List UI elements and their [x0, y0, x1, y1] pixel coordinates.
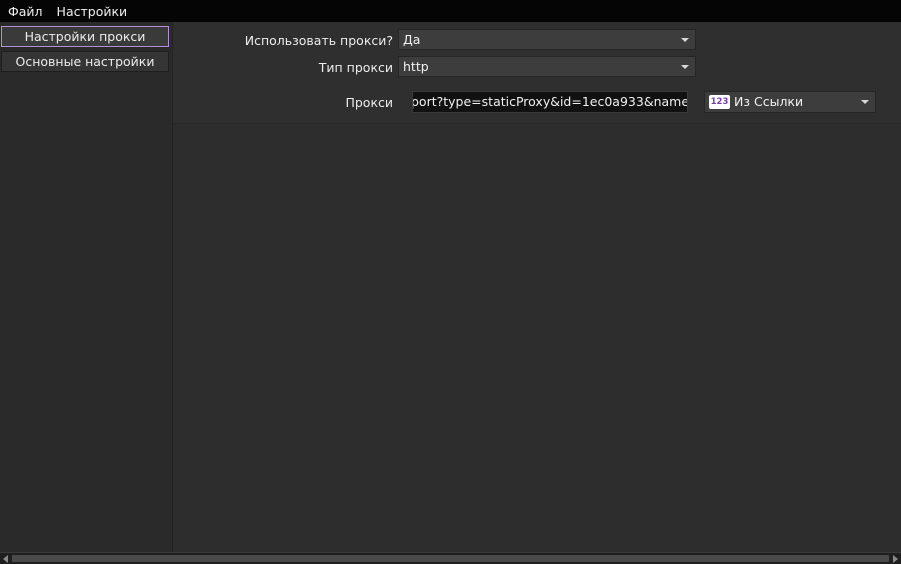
- chevron-down-icon: [681, 65, 689, 69]
- proxy-label: Прокси: [345, 95, 393, 110]
- use-proxy-label: Использовать прокси?: [244, 33, 393, 48]
- horizontal-scrollbar[interactable]: [0, 552, 901, 564]
- scroll-left-icon[interactable]: [3, 555, 8, 563]
- use-proxy-select[interactable]: Да: [398, 29, 696, 50]
- chevron-down-icon: [861, 100, 869, 104]
- proxy-type-label: Тип прокси: [318, 60, 393, 75]
- sidebar: Настройки прокси Основные настройки: [0, 22, 173, 552]
- menu-bar: Файл Настройки: [0, 3, 901, 22]
- settings-row-use-proxy: Использовать прокси? Да: [173, 22, 901, 54]
- chevron-down-icon: [681, 38, 689, 42]
- settings-row-proxy-type: Тип прокси http: [173, 53, 901, 81]
- menu-file[interactable]: Файл: [0, 3, 49, 22]
- proxy-input[interactable]: port?type=staticProxy&id=1ec0a933&name=t…: [412, 91, 688, 113]
- scroll-right-icon[interactable]: [893, 555, 898, 563]
- proxy-type-select[interactable]: http: [398, 56, 696, 77]
- app-window: Файл Настройки Настройки прокси Основные…: [0, 0, 901, 564]
- numbers-icon: 123: [709, 95, 730, 109]
- proxy-type-value: http: [403, 59, 429, 74]
- sidebar-item-main-settings[interactable]: Основные настройки: [1, 51, 169, 72]
- proxy-source-select[interactable]: 123 Из Ссылки: [704, 91, 876, 113]
- scrollbar-thumb[interactable]: [12, 555, 889, 562]
- use-proxy-value: Да: [403, 32, 421, 47]
- proxy-input-value: port?type=staticProxy&id=1ec0a933&name=t…: [412, 94, 687, 109]
- menu-settings[interactable]: Настройки: [49, 3, 134, 22]
- proxy-source-value: Из Ссылки: [734, 94, 804, 109]
- sidebar-item-proxy-settings[interactable]: Настройки прокси: [1, 26, 169, 47]
- settings-panel: Использовать прокси? Да Тип прокси http …: [173, 22, 901, 552]
- settings-row-proxy: Прокси port?type=staticProxy&id=1ec0a933…: [173, 80, 901, 124]
